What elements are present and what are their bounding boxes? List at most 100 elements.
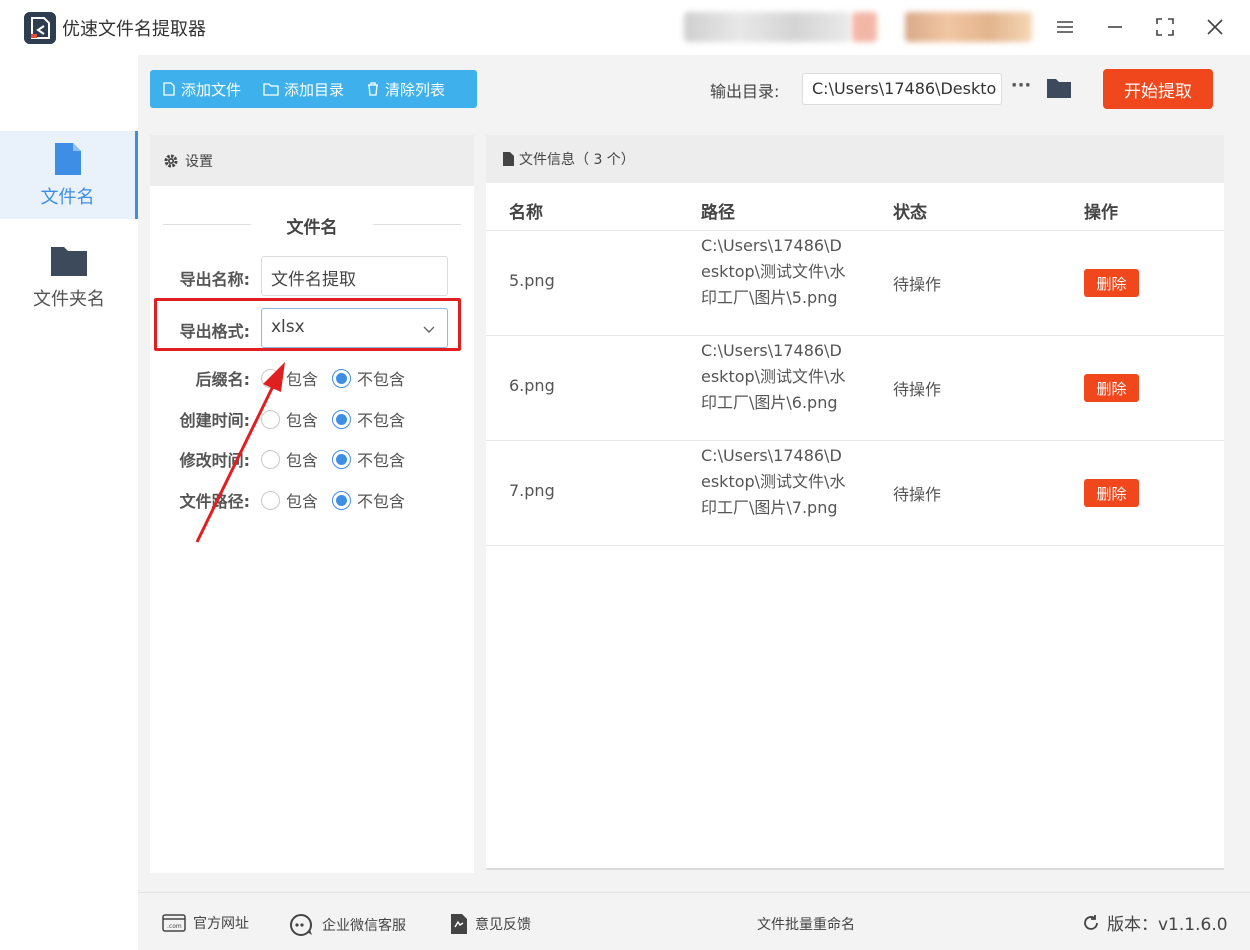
radio-label: 包含 <box>286 492 319 511</box>
created-time-exclude-radio[interactable] <box>332 409 352 429</box>
modified-time-exclude-radio[interactable] <box>332 449 352 469</box>
menu-icon[interactable] <box>1050 12 1080 42</box>
folder-icon <box>51 247 87 276</box>
maximize-icon[interactable] <box>1150 12 1180 42</box>
output-dir-label: 输出目录: <box>710 82 780 101</box>
file-icon <box>163 82 175 96</box>
radio-label: 包含 <box>286 411 319 430</box>
add-file-label: 添加文件 <box>181 80 242 99</box>
file-name-cell: 6.png <box>509 376 555 395</box>
nav-item-foldername[interactable]: 文件夹名 <box>0 233 138 321</box>
file-info-panel: 文件信息（ 3 个） 名称 路径 状态 操作 5.png C:\Users\17… <box>486 135 1224 868</box>
website-label: 官方网址 <box>193 916 249 932</box>
created-time-radio-group: 包含 不包含 <box>261 407 419 431</box>
feedback-link[interactable]: 意见反馈 <box>450 913 531 935</box>
radio-label: 包含 <box>286 370 319 389</box>
file-status-cell: 待操作 <box>893 485 942 504</box>
file-status-cell: 待操作 <box>893 380 942 399</box>
output-dir-input[interactable]: C:\Users\17486\Deskto <box>802 73 1002 105</box>
delete-button[interactable]: 删除 <box>1084 479 1139 507</box>
file-path-exclude-radio[interactable] <box>332 490 352 510</box>
add-directory-button[interactable]: 添加目录 <box>263 79 344 100</box>
nav-item-label: 文件夹名 <box>33 289 105 310</box>
file-icon <box>503 152 514 166</box>
radio-label: 不包含 <box>357 370 406 389</box>
radio-label: 不包含 <box>357 492 406 511</box>
wechat-support-link[interactable]: 企业微信客服 <box>289 913 406 937</box>
file-icon <box>54 143 81 175</box>
table-row: 7.png C:\Users\17486\Desktop\测试文件\水印工厂\图… <box>486 441 1224 546</box>
radio-label: 不包含 <box>357 451 406 470</box>
column-header-status: 状态 <box>893 203 927 223</box>
close-icon[interactable] <box>1200 12 1230 42</box>
version-label: 版本：v1.1.6.0 <box>1107 915 1228 935</box>
created-time-label: 创建时间: <box>179 411 250 430</box>
suffix-label: 后缀名: <box>195 370 250 389</box>
file-path-radio-group: 包含 不包含 <box>261 488 419 512</box>
suffix-exclude-radio[interactable] <box>332 368 352 388</box>
section-title: 文件名 <box>286 218 338 238</box>
created-time-include-radio[interactable] <box>261 409 280 429</box>
radio-label: 包含 <box>286 451 319 470</box>
highlight-box <box>154 298 461 351</box>
table-row: 5.png C:\Users\17486\Desktop\测试文件\水印工厂\图… <box>486 231 1224 336</box>
delete-button[interactable]: 删除 <box>1084 374 1139 402</box>
website-icon: .com <box>162 914 186 932</box>
more-icon[interactable]: ··· <box>1010 75 1032 101</box>
settings-panel: 设置 文件名 导出名称: 文件名提取 导出格式: xlsx 后缀名: 包含 不包… <box>150 135 474 873</box>
column-header-name: 名称 <box>509 203 543 223</box>
table-row: 6.png C:\Users\17486\Desktop\测试文件\水印工厂\图… <box>486 336 1224 441</box>
minimize-icon[interactable] <box>1100 12 1130 42</box>
trash-icon <box>368 82 379 96</box>
settings-header-label: 设置 <box>185 153 213 170</box>
main-area: 添加文件 添加目录 清除列表 输出目录: C:\Users\17486\Desk… <box>138 55 1250 950</box>
batch-rename-label[interactable]: 文件批量重命名 <box>757 914 855 934</box>
folder-icon <box>263 83 279 96</box>
suffix-radio-group: 包含 不包含 <box>261 366 419 390</box>
blurred-user-avatar <box>905 12 1032 42</box>
column-header-action: 操作 <box>1084 203 1118 223</box>
blurred-user-badge <box>852 12 877 42</box>
file-info-title: 文件信息（ 3 个） <box>519 152 635 168</box>
file-path-label: 文件路径: <box>179 492 250 511</box>
radio-label: 不包含 <box>357 411 406 430</box>
file-path-cell: C:\Users\17486\Desktop\测试文件\水印工厂\图片\6.pn… <box>701 341 846 412</box>
file-path-include-radio[interactable] <box>261 490 280 510</box>
nav-item-label: 文件名 <box>40 187 95 208</box>
svg-text:.com: .com <box>167 923 182 930</box>
app-title: 优速文件名提取器 <box>62 19 206 40</box>
file-name-cell: 7.png <box>509 481 555 500</box>
suffix-include-radio[interactable] <box>261 368 280 388</box>
modified-time-include-radio[interactable] <box>261 449 280 469</box>
wechat-support-label: 企业微信客服 <box>322 918 406 934</box>
file-toolbar: 添加文件 添加目录 清除列表 <box>150 70 477 108</box>
version-info: 版本：v1.1.6.0 <box>1081 910 1228 935</box>
app-logo-icon <box>24 12 56 44</box>
file-path-cell: C:\Users\17486\Desktop\测试文件\水印工厂\图片\5.pn… <box>701 236 846 307</box>
clear-list-button[interactable]: 清除列表 <box>366 79 445 100</box>
settings-header: 设置 <box>150 135 474 186</box>
file-path-cell: C:\Users\17486\Desktop\测试文件\水印工厂\图片\7.pn… <box>701 446 846 517</box>
blurred-user-info <box>684 12 850 42</box>
export-name-label: 导出名称: <box>179 270 250 289</box>
feedback-label: 意见反馈 <box>475 917 531 933</box>
title-bar: 优速文件名提取器 <box>0 0 1250 55</box>
divider <box>486 868 1224 870</box>
file-info-header: 文件信息（ 3 个） <box>486 135 1224 183</box>
start-extract-button[interactable]: 开始提取 <box>1103 69 1213 109</box>
nav-item-filename[interactable]: 文件名 <box>0 131 138 219</box>
chat-icon <box>290 914 312 936</box>
file-name-cell: 5.png <box>509 271 555 290</box>
footer: .com 官方网址 企业微信客服 意见反馈 文件批量重命名 版本：v1.1.6.… <box>138 892 1250 950</box>
add-directory-label: 添加目录 <box>284 80 345 99</box>
modified-time-label: 修改时间: <box>179 451 250 470</box>
delete-button[interactable]: 删除 <box>1084 269 1139 297</box>
export-name-input[interactable]: 文件名提取 <box>261 256 448 296</box>
gear-icon <box>164 154 178 167</box>
open-folder-icon[interactable] <box>1045 74 1073 102</box>
modified-time-radio-group: 包含 不包含 <box>261 447 419 471</box>
website-link[interactable]: .com 官方网址 <box>162 913 249 933</box>
add-file-button[interactable]: 添加文件 <box>162 79 241 100</box>
refresh-icon <box>1084 914 1098 930</box>
feedback-icon <box>451 914 467 934</box>
